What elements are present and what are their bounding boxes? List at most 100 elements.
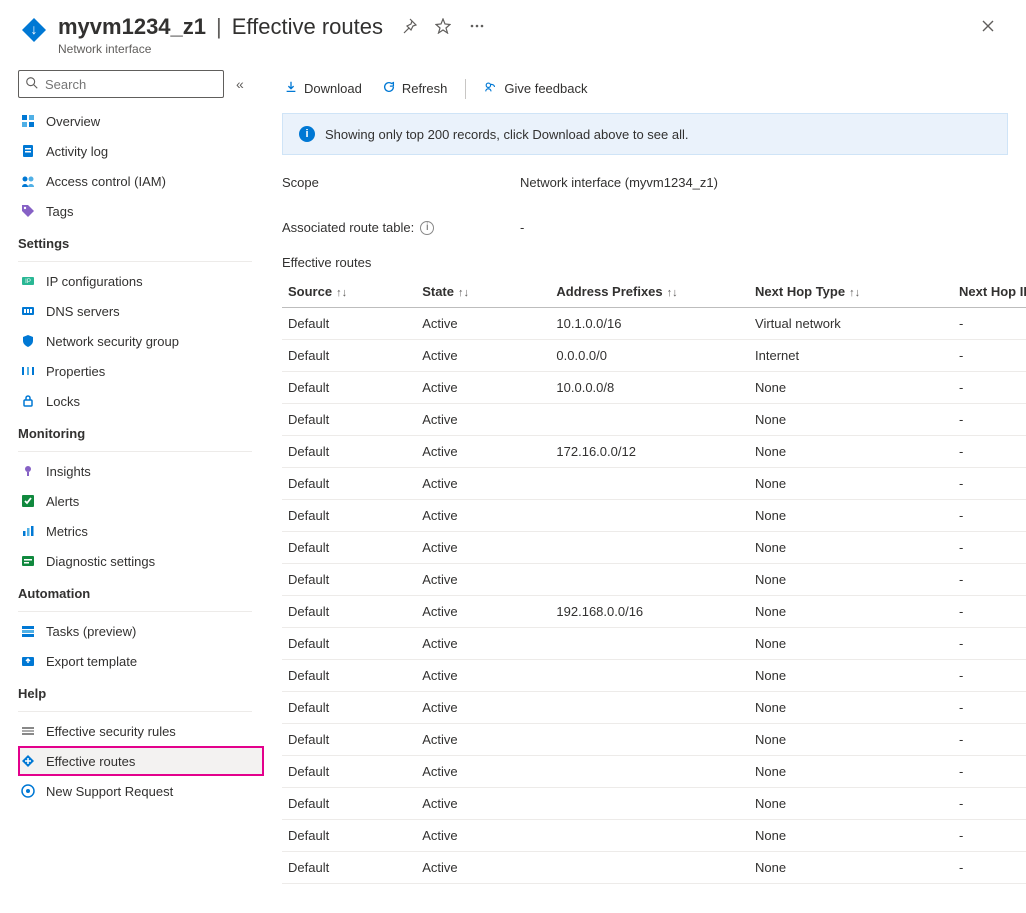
column-header-label: Source [288, 284, 332, 299]
download-button[interactable]: Download [282, 76, 364, 101]
sort-icon[interactable]: ↑↓ [458, 287, 469, 299]
cell-nhip: - [953, 340, 1026, 372]
cell-state: Active [416, 372, 550, 404]
sidebar-item-export[interactable]: Export template [18, 646, 264, 676]
column-header[interactable]: Next Hop IP Address↑↓ [953, 276, 1026, 308]
search-input-wrapper[interactable] [18, 70, 224, 98]
table-row[interactable]: DefaultActiveNone-- [282, 724, 1026, 756]
sort-icon[interactable]: ↑↓ [667, 287, 678, 299]
sidebar-item-label: Export template [46, 654, 137, 669]
sidebar-item-activity-log[interactable]: Activity log [18, 136, 264, 166]
sidebar-item-properties[interactable]: Properties [18, 356, 264, 386]
refresh-button[interactable]: Refresh [380, 76, 450, 101]
cell-prefix: 10.0.0.0/8 [550, 372, 749, 404]
table-row[interactable]: DefaultActive10.0.0.0/8None-- [282, 372, 1026, 404]
cell-nhip: - [953, 404, 1026, 436]
cell-state: Active [416, 436, 550, 468]
sidebar-item-alerts[interactable]: Alerts [18, 486, 264, 516]
table-row[interactable]: DefaultActiveNone-- [282, 628, 1026, 660]
cell-prefix [550, 692, 749, 724]
sidebar-item-label: IP configurations [46, 274, 143, 289]
sidebar-item-label: Locks [46, 394, 80, 409]
cell-nht: None [749, 692, 953, 724]
sidebar-item-label: Diagnostic settings [46, 554, 155, 569]
favorite-icon[interactable] [431, 14, 455, 41]
sidebar-item-ip-config[interactable]: IPIP configurations [18, 266, 264, 296]
cell-nhip: - [953, 372, 1026, 404]
sidebar-item-overview[interactable]: Overview [18, 106, 264, 136]
cell-nht: None [749, 756, 953, 788]
table-row[interactable]: DefaultActive172.16.0.0/12None-- [282, 436, 1026, 468]
cell-source: Default [282, 372, 416, 404]
cell-nht: None [749, 660, 953, 692]
cell-source: Default [282, 404, 416, 436]
cell-state: Active [416, 596, 550, 628]
column-header[interactable]: Address Prefixes ↑↓ [550, 276, 749, 308]
table-row[interactable]: DefaultActiveNone-- [282, 852, 1026, 884]
sidebar-item-metrics[interactable]: Metrics [18, 516, 264, 546]
table-row[interactable]: DefaultActiveNone-- [282, 788, 1026, 820]
horizontal-scrollbar[interactable] [264, 895, 1008, 909]
table-row[interactable]: DefaultActiveNone-- [282, 404, 1026, 436]
cell-source: Default [282, 788, 416, 820]
column-header[interactable]: Source ↑↓ [282, 276, 416, 308]
sort-icon[interactable]: ↑↓ [849, 287, 860, 299]
table-row[interactable]: DefaultActive192.168.0.0/16None-- [282, 596, 1026, 628]
cell-state: Active [416, 628, 550, 660]
column-header-label: Address Prefixes [556, 284, 662, 299]
sidebar-item-eff-sec[interactable]: Effective security rules [18, 716, 264, 746]
sidebar-item-tags[interactable]: Tags [18, 196, 264, 226]
table-row[interactable]: DefaultActiveNone-- [282, 468, 1026, 500]
collapse-sidebar-icon[interactable]: « [232, 72, 248, 96]
feedback-label: Give feedback [504, 81, 587, 96]
column-header[interactable]: Next Hop Type↑↓ [749, 276, 953, 308]
table-row[interactable]: DefaultActiveNone-- [282, 756, 1026, 788]
cell-source: Default [282, 340, 416, 372]
cell-source: Default [282, 596, 416, 628]
cell-prefix [550, 468, 749, 500]
feedback-button[interactable]: Give feedback [482, 76, 589, 101]
cell-nht: None [749, 628, 953, 660]
search-input[interactable] [45, 77, 217, 92]
sort-icon[interactable]: ↑↓ [336, 287, 347, 299]
sidebar-item-tasks[interactable]: Tasks (preview) [18, 616, 264, 646]
cell-state: Active [416, 660, 550, 692]
sidebar-item-insights[interactable]: Insights [18, 456, 264, 486]
cell-state: Active [416, 820, 550, 852]
routes-table-wrap[interactable]: Source↑↓State↑↓Address Prefixes↑↓Next Ho… [282, 276, 1026, 895]
more-icon[interactable] [465, 14, 489, 41]
cell-prefix [550, 628, 749, 660]
associated-route-table-label: Associated route table: [282, 220, 414, 235]
sidebar-item-iam[interactable]: Access control (IAM) [18, 166, 264, 196]
info-message: Showing only top 200 records, click Down… [325, 127, 689, 142]
info-tooltip-icon[interactable]: i [420, 221, 434, 235]
table-row[interactable]: DefaultActiveNone-- [282, 532, 1026, 564]
cell-nhip: - [953, 468, 1026, 500]
column-header[interactable]: State↑↓ [416, 276, 550, 308]
sidebar-item-diag[interactable]: Diagnostic settings [18, 546, 264, 576]
cell-state: Active [416, 532, 550, 564]
cell-source: Default [282, 500, 416, 532]
table-row[interactable]: DefaultActiveNone-- [282, 660, 1026, 692]
table-row[interactable]: DefaultActiveNone-- [282, 500, 1026, 532]
table-row[interactable]: DefaultActive10.1.0.0/16Virtual network-… [282, 308, 1026, 340]
sidebar-item-nsg[interactable]: Network security group [18, 326, 264, 356]
sidebar-item-support[interactable]: New Support Request [18, 776, 264, 806]
sidebar-item-eff-routes[interactable]: Effective routes [18, 746, 264, 776]
table-row[interactable]: DefaultActive0.0.0.0/0Internet-- [282, 340, 1026, 372]
sidebar-item-locks[interactable]: Locks [18, 386, 264, 416]
table-row[interactable]: DefaultActiveNone-- [282, 564, 1026, 596]
table-row[interactable]: DefaultActiveNone-- [282, 820, 1026, 852]
pin-icon[interactable] [397, 14, 421, 41]
resource-type: Network interface [58, 42, 383, 56]
download-label: Download [304, 81, 362, 96]
sidebar-item-label: Insights [46, 464, 91, 479]
sidebar: « Overview Activity logAccess control (IA… [0, 64, 264, 913]
close-icon[interactable] [976, 14, 1000, 41]
cell-source: Default [282, 852, 416, 884]
sidebar-item-label: Overview [46, 114, 100, 129]
cell-state: Active [416, 404, 550, 436]
table-row[interactable]: DefaultActiveNone-- [282, 692, 1026, 724]
sidebar-item-dns[interactable]: DNS servers [18, 296, 264, 326]
cell-nht: None [749, 564, 953, 596]
